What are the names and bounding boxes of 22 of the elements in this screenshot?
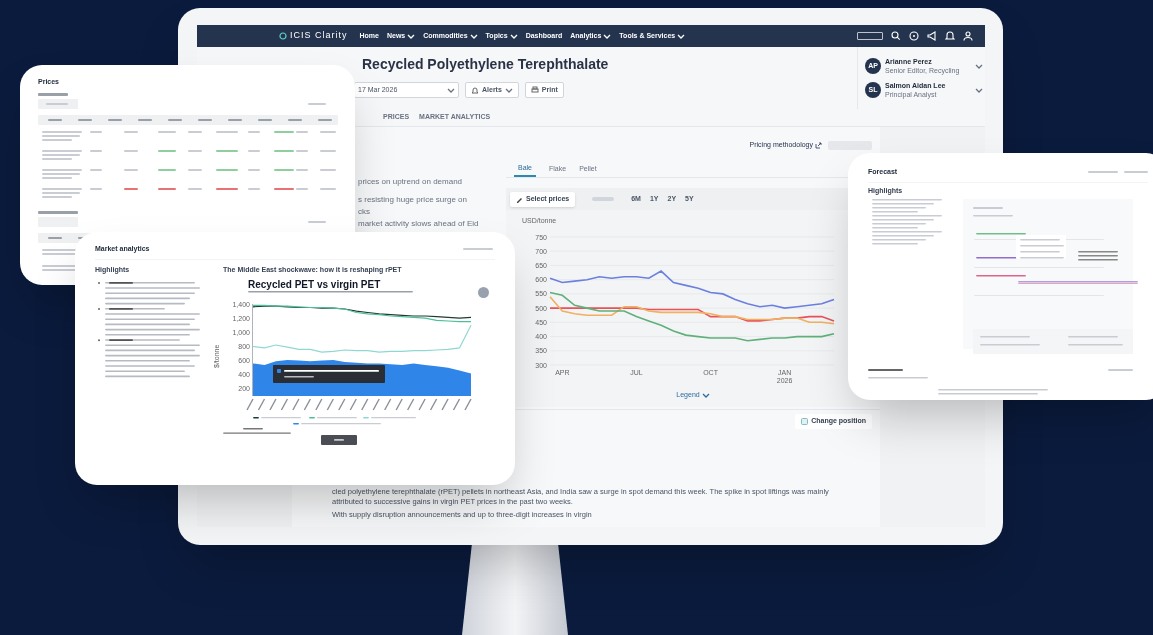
headline-text: prices on uptrend on demand [358, 177, 463, 187]
printer-icon[interactable] [530, 86, 539, 94]
external-link-icon[interactable] [815, 141, 822, 149]
badge-drawing [857, 32, 883, 40]
search-icon[interactable] [891, 31, 901, 41]
pager-drawing [321, 435, 357, 445]
source-tab-drawing [223, 428, 293, 434]
header-link-drawing [463, 247, 495, 251]
checkbox-icon[interactable] [801, 418, 809, 425]
logo-text: ICIS Clarity [290, 29, 348, 43]
help-icon[interactable] [909, 31, 919, 41]
page-title: Recycled Polyethylene Terephthalate [361, 55, 610, 74]
headline-text: cks [358, 207, 370, 217]
headline-text: market activity slows ahead of Eid [358, 219, 479, 229]
user-icon[interactable] [963, 31, 973, 41]
pencil-icon[interactable] [516, 195, 523, 203]
header-links-drawing [1088, 170, 1148, 174]
chart-title: Recycled PET vs virgin PET [248, 279, 382, 291]
logo-icon[interactable] [279, 32, 287, 40]
megaphone-icon[interactable] [927, 31, 937, 41]
more-options-icon[interactable] [478, 286, 489, 298]
headline-text: s resisting huge price surge on [358, 195, 467, 205]
